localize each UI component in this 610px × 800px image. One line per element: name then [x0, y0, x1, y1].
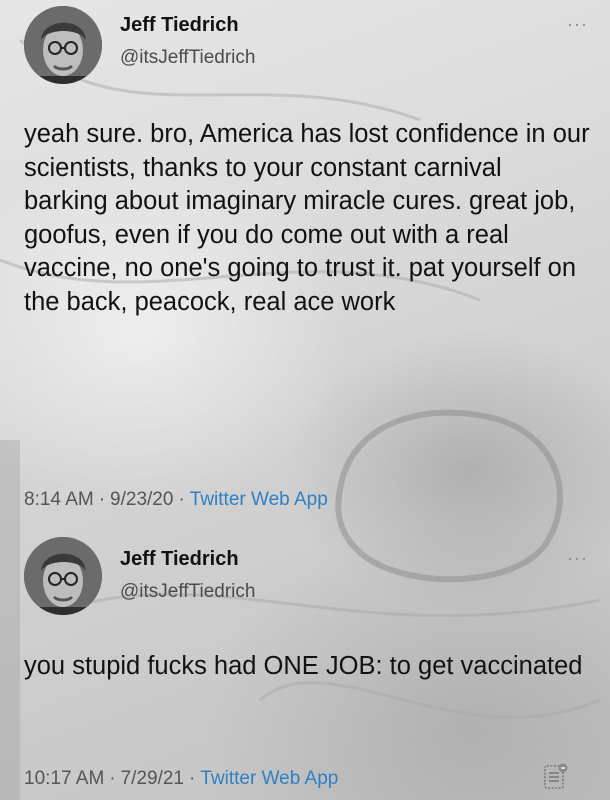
tweet[interactable]: Jeff Tiedrich @itsJeffTiedrich ··· yeah …: [0, 0, 610, 520]
tweet-meta: 10:17 AM · 7/29/21 · Twitter Web App: [24, 768, 338, 790]
tweet-date[interactable]: 9/23/20: [110, 489, 173, 510]
more-options-icon[interactable]: ···: [567, 548, 588, 569]
author-handle[interactable]: @itsJeffTiedrich: [120, 47, 255, 69]
tweet-meta: 8:14 AM · 9/23/20 · Twitter Web App: [24, 489, 328, 511]
tweet-source-link[interactable]: Twitter Web App: [190, 489, 328, 510]
avatar[interactable]: [24, 537, 102, 615]
tweet-time[interactable]: 10:17 AM: [24, 768, 104, 789]
tweet-date[interactable]: 7/29/21: [121, 768, 184, 789]
avatar-photo: [24, 537, 102, 615]
author-name[interactable]: Jeff Tiedrich: [120, 14, 239, 37]
avatar-photo: [24, 6, 102, 84]
separator: ·: [189, 768, 196, 789]
tweet-text: you stupid fucks had ONE JOB: to get vac…: [24, 652, 583, 680]
document-icon[interactable]: [542, 762, 570, 790]
tweet[interactable]: Jeff Tiedrich @itsJeffTiedrich ··· you s…: [0, 528, 610, 800]
tweet-time[interactable]: 8:14 AM: [24, 489, 94, 510]
author-handle[interactable]: @itsJeffTiedrich: [120, 581, 255, 603]
separator: ·: [98, 489, 106, 510]
more-options-icon[interactable]: ···: [567, 14, 588, 35]
tweet-source-link[interactable]: Twitter Web App: [200, 768, 338, 789]
author-name[interactable]: Jeff Tiedrich: [120, 548, 239, 571]
avatar[interactable]: [24, 6, 102, 84]
separator: ·: [178, 489, 185, 510]
separator: ·: [109, 768, 116, 789]
tweet-text: yeah sure. bro, America has lost confide…: [24, 120, 590, 316]
